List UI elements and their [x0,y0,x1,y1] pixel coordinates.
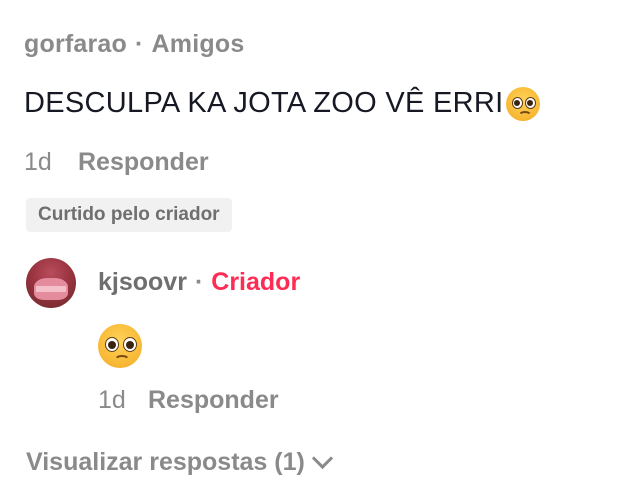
reply-timestamp: 1d [98,386,126,414]
comment-text: DESCULPA KA JOTA ZOO VÊ ERRI [24,87,504,119]
relation-label: Amigos [151,30,245,58]
reply-button[interactable]: Responder [148,386,279,415]
liked-by-creator-badge: Curtido pelo criador [26,198,232,232]
view-replies-label: Visualizar respostas (1) [26,448,305,476]
avatar[interactable] [26,258,76,308]
comment-timestamp: 1d [24,148,52,176]
comment-meta: gorfarao · Amigos [24,30,244,59]
reply-button[interactable]: Responder [78,148,209,177]
separator-dot: · [194,268,204,296]
pleading-face-emoji-icon [98,324,142,368]
chevron-down-icon [311,447,333,470]
separator-dot: · [135,30,144,58]
reply-body [98,324,142,368]
comment-body: DESCULPA KA JOTA ZOO VÊ ERRI [24,87,540,122]
pleading-face-emoji-icon [505,87,540,122]
view-replies-button[interactable]: Visualizar respostas (1) [26,447,333,477]
reply-meta: kjsoovr · Criador [98,268,300,297]
reply-author[interactable]: kjsoovr [98,268,187,296]
creator-badge: Criador [211,268,301,296]
comment-author[interactable]: gorfarao [24,30,127,58]
